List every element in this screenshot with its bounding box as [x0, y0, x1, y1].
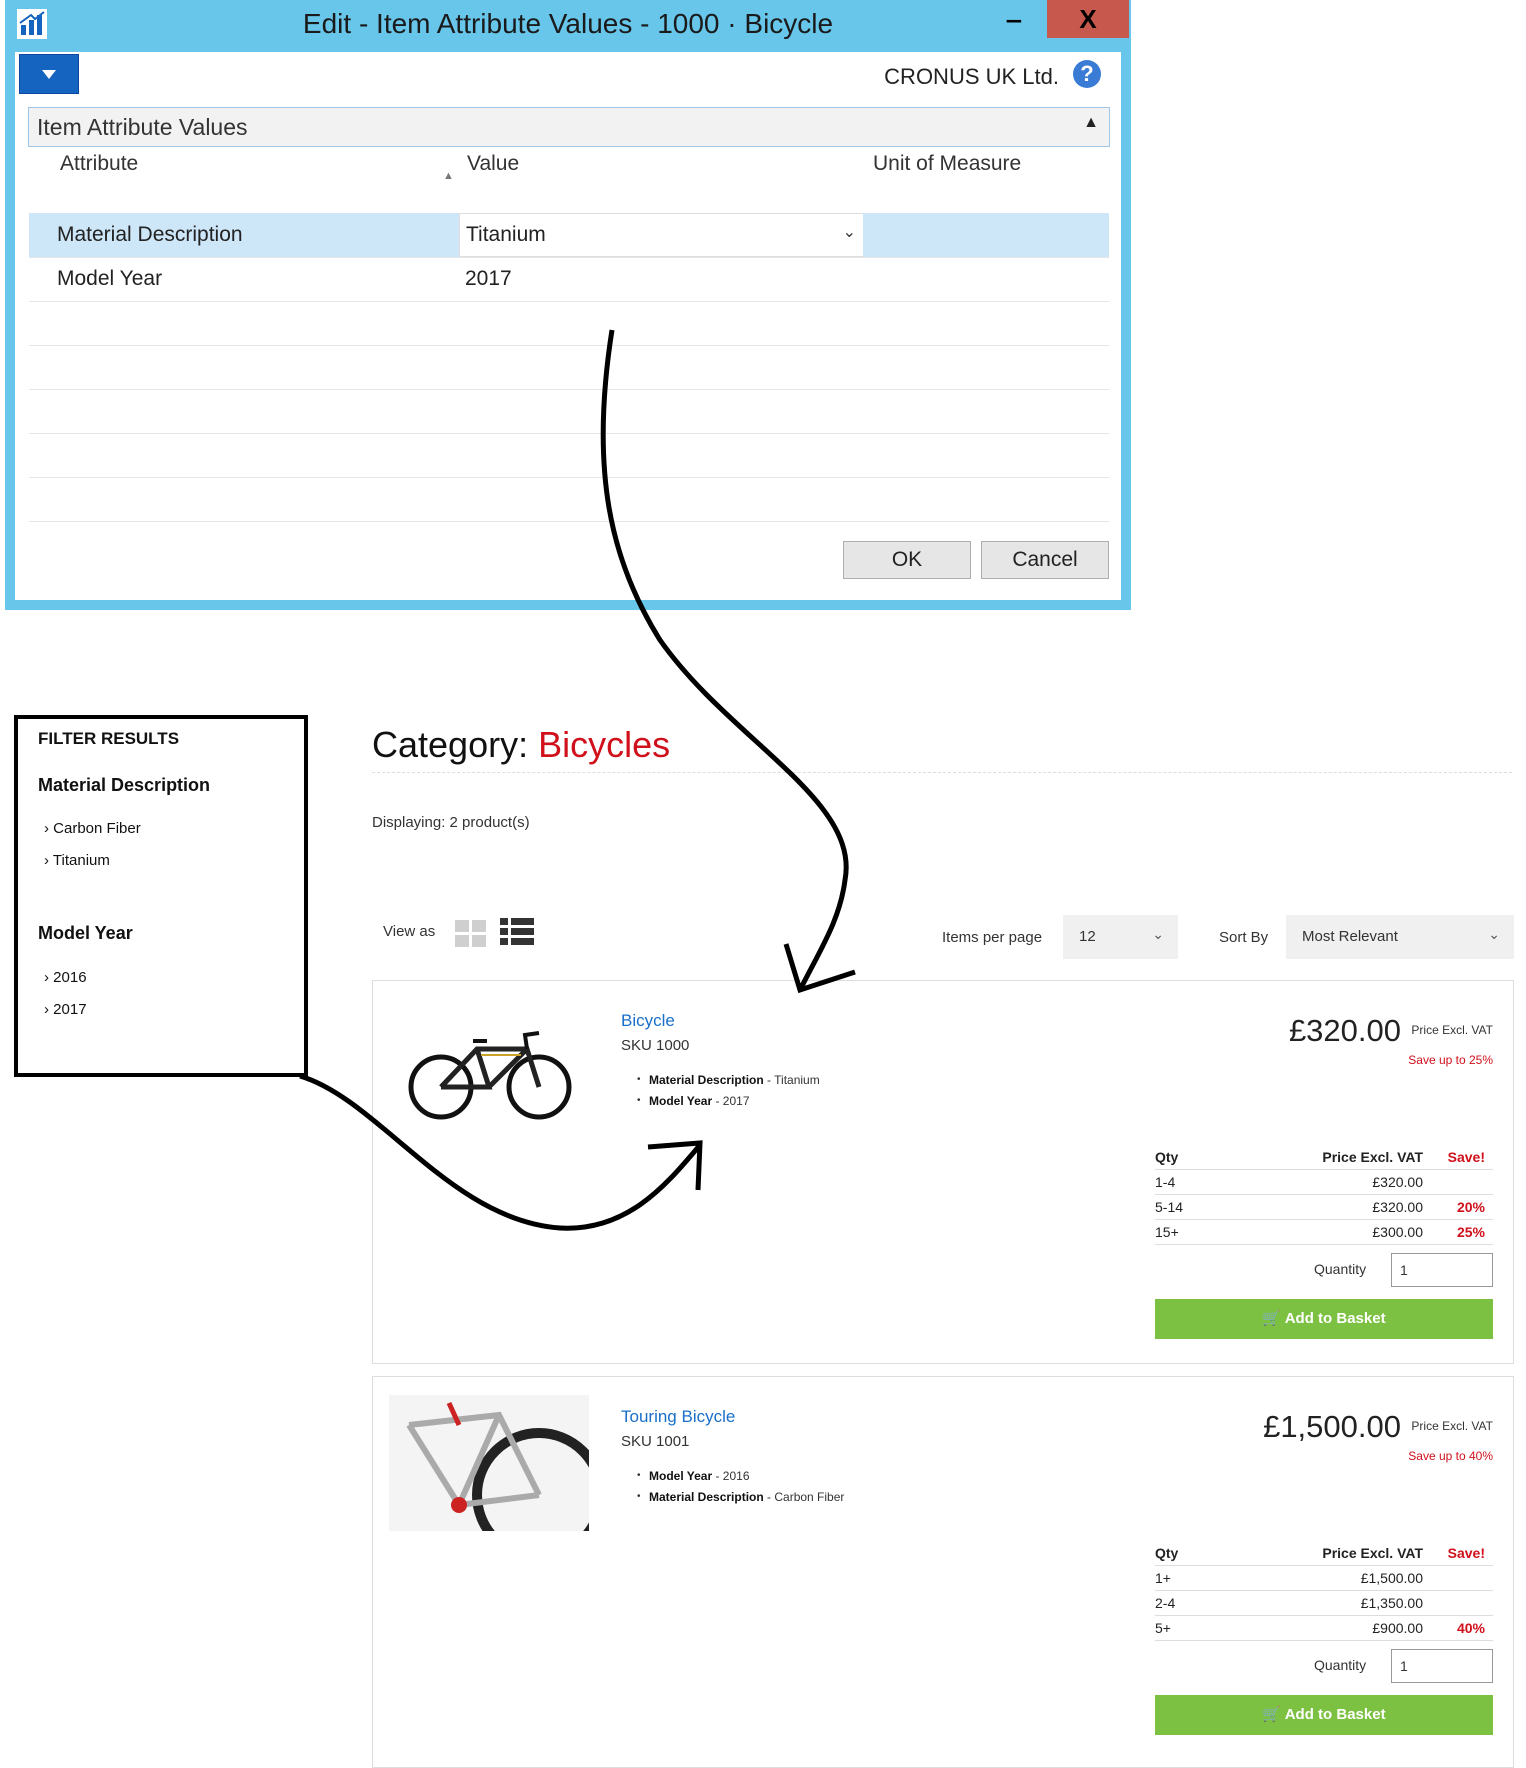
- arrow-filter-to-attributes: [299, 1073, 702, 1231]
- arrow-dialog-to-product: [600, 329, 849, 992]
- arrowhead-filter: [647, 1140, 703, 1191]
- annotation-arrows: [299, 329, 856, 1231]
